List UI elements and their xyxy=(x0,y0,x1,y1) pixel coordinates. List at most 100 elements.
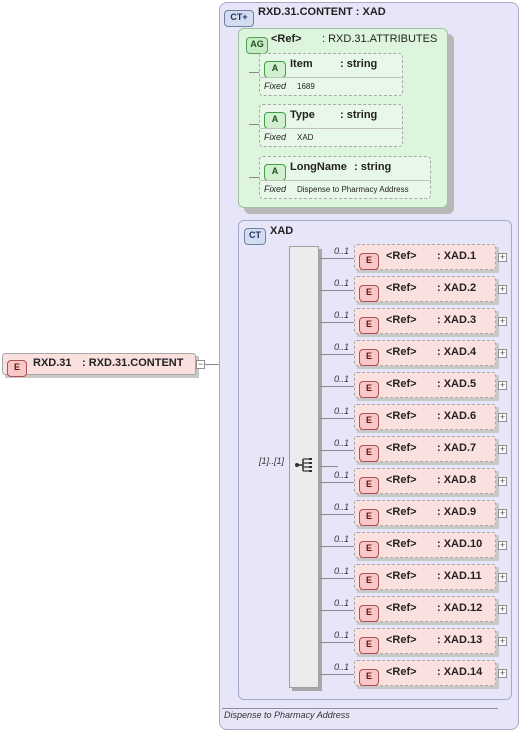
element-type: : XAD.14 xyxy=(437,666,483,678)
attr-connector xyxy=(249,177,259,178)
inner-complex-type-badge: CT xyxy=(244,225,266,245)
element-icon: E xyxy=(359,541,379,558)
complex-type-header: CT+ xyxy=(224,7,254,27)
element-badge: E xyxy=(359,538,379,558)
element-ref: <Ref> xyxy=(386,570,417,582)
sequence-multiplicity: [1]..[1] xyxy=(259,456,285,466)
attribute-item-type: : string xyxy=(340,58,378,70)
attribute-longname-name: LongName xyxy=(290,161,347,173)
element-ref: <Ref> xyxy=(386,410,417,422)
expand-icon[interactable]: + xyxy=(498,605,507,614)
attr-connector xyxy=(249,72,259,73)
element-icon: E xyxy=(359,669,379,686)
attribute-longname-type: : string xyxy=(354,161,392,173)
element-badge: E xyxy=(359,314,379,334)
element-multiplicity: 0..1 xyxy=(334,342,350,352)
element-type: : XAD.4 xyxy=(437,346,477,358)
attribute-type-fixed-value: XAD xyxy=(297,133,314,142)
element-type: : XAD.5 xyxy=(437,378,477,390)
element-multiplicity: 0..1 xyxy=(334,630,350,640)
expand-icon[interactable]: + xyxy=(498,477,507,486)
element-type: : XAD.3 xyxy=(437,314,477,326)
element-connector xyxy=(319,642,354,643)
element-ref: <Ref> xyxy=(386,346,417,358)
attribute-group-badge: AG xyxy=(246,34,268,54)
expand-icon[interactable]: + xyxy=(498,317,507,326)
expand-icon[interactable]: + xyxy=(498,637,507,646)
element-type: : XAD.13 xyxy=(437,634,483,646)
attribute-item-name: Item xyxy=(290,58,313,70)
element-icon: E xyxy=(359,349,379,366)
element-badge: E xyxy=(359,250,379,270)
complex-type-plus-icon[interactable]: CT+ xyxy=(224,10,254,27)
element-icon: E xyxy=(359,413,379,430)
element-icon: E xyxy=(359,317,379,334)
element-badge: E xyxy=(359,602,379,622)
element-icon: E xyxy=(359,573,379,590)
expand-icon[interactable]: + xyxy=(498,349,507,358)
attribute-longname-badge: A xyxy=(264,161,286,181)
element-multiplicity: 0..1 xyxy=(334,502,350,512)
expand-icon[interactable]: + xyxy=(498,285,507,294)
element-icon: E xyxy=(359,381,379,398)
complex-type-icon: CT xyxy=(244,228,266,245)
attribute-group-ref: <Ref> xyxy=(271,33,302,45)
expand-icon[interactable]: + xyxy=(498,445,507,454)
element-type: : XAD.10 xyxy=(437,538,483,550)
element-ref: <Ref> xyxy=(386,282,417,294)
expand-icon[interactable]: + xyxy=(498,541,507,550)
element-connector xyxy=(319,546,354,547)
expand-icon[interactable]: + xyxy=(498,573,507,582)
element-ref: <Ref> xyxy=(386,474,417,486)
root-element-badge: E xyxy=(7,357,27,377)
element-connector xyxy=(319,290,354,291)
element-multiplicity: 0..1 xyxy=(334,470,350,480)
expand-icon[interactable]: + xyxy=(498,413,507,422)
element-badge: E xyxy=(359,346,379,366)
attribute-icon: A xyxy=(264,164,286,181)
element-icon: E xyxy=(359,253,379,270)
element-type: : XAD.7 xyxy=(437,442,477,454)
attribute-longname-fixed-label: Fixed xyxy=(264,184,287,194)
element-ref: <Ref> xyxy=(386,506,417,518)
element-multiplicity: 0..1 xyxy=(334,278,350,288)
expand-icon[interactable]: + xyxy=(498,509,507,518)
element-badge: E xyxy=(359,282,379,302)
element-multiplicity: 0..1 xyxy=(334,310,350,320)
element-connector xyxy=(319,514,354,515)
inner-complex-type-name: XAD xyxy=(270,225,294,237)
element-multiplicity: 0..1 xyxy=(334,438,350,448)
attr-connector xyxy=(249,124,259,125)
element-ref: <Ref> xyxy=(386,250,417,262)
element-type: : XAD.9 xyxy=(437,506,477,518)
element-ref: <Ref> xyxy=(386,442,417,454)
element-type: : XAD.11 xyxy=(437,570,482,582)
element-icon: E xyxy=(359,445,379,462)
element-connector xyxy=(319,610,354,611)
root-element-type: : RXD.31.CONTENT xyxy=(82,357,184,369)
element-connector xyxy=(319,258,354,259)
element-badge: E xyxy=(359,634,379,654)
element-icon: E xyxy=(359,477,379,494)
expand-icon[interactable]: + xyxy=(498,381,507,390)
element-connector xyxy=(319,482,354,483)
element-ref: <Ref> xyxy=(386,634,417,646)
element-ref: <Ref> xyxy=(386,538,417,550)
attribute-type-name: Type xyxy=(290,109,315,121)
collapse-icon[interactable]: − xyxy=(196,360,205,369)
expand-icon[interactable]: + xyxy=(498,669,507,678)
element-icon: E xyxy=(359,509,379,526)
attribute-type-badge: A xyxy=(264,109,286,129)
attribute-group-icon: AG xyxy=(246,37,268,54)
element-type: : XAD.6 xyxy=(437,410,477,422)
expand-icon[interactable]: + xyxy=(498,253,507,262)
root-element-name: RXD.31 xyxy=(33,357,72,369)
attribute-item-badge: A xyxy=(264,58,286,78)
annotation-text: Dispense to Pharmacy Address xyxy=(224,710,350,720)
element-ref: <Ref> xyxy=(386,378,417,390)
element-multiplicity: 0..1 xyxy=(334,246,350,256)
element-icon: E xyxy=(359,285,379,302)
complex-type-title: RXD.31.CONTENT : XAD xyxy=(258,6,386,18)
element-badge: E xyxy=(359,378,379,398)
element-ref: <Ref> xyxy=(386,314,417,326)
